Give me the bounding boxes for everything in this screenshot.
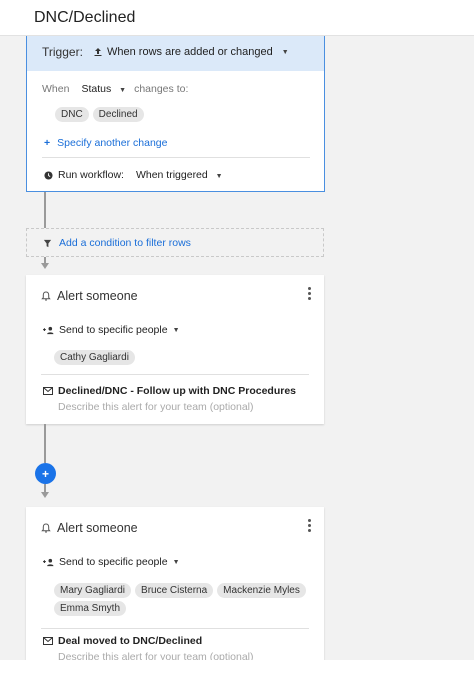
upload-icon — [93, 47, 103, 57]
add-person-icon — [43, 558, 54, 567]
add-condition-link[interactable]: Add a condition to filter rows — [43, 237, 191, 249]
specify-another-change-link[interactable]: + Specify another change — [44, 137, 167, 149]
alert-title-label: Alert someone — [57, 521, 138, 535]
field-select-value: Status — [81, 83, 112, 95]
app-header: DNC/Declined — [0, 0, 474, 36]
filter-icon — [43, 239, 52, 248]
alert-title-label: Alert someone — [57, 289, 138, 303]
add-person-icon — [43, 326, 54, 335]
divider — [41, 628, 309, 629]
message-text: Deal moved to DNC/Declined — [58, 635, 203, 647]
specify-another-change-label: Specify another change — [57, 137, 168, 149]
caret-down-icon: ▼ — [119, 87, 127, 94]
connector-line — [44, 484, 46, 492]
mail-icon — [43, 387, 53, 395]
arrow-down-icon — [41, 492, 49, 498]
send-to-row[interactable]: Send to specific people ▼ — [43, 324, 180, 336]
caret-down-icon: ▼ — [215, 173, 223, 180]
run-workflow-row: Run workflow: When triggered ▼ — [44, 169, 223, 181]
trigger-select-value: When rows are added or changed — [107, 46, 273, 58]
bell-icon — [41, 522, 51, 534]
caret-down-icon: ▼ — [281, 48, 289, 56]
filter-condition-box[interactable]: Add a condition to filter rows — [26, 228, 324, 257]
send-to-row[interactable]: Send to specific people ▼ — [43, 556, 180, 568]
connector-line — [44, 192, 46, 228]
arrow-down-icon — [41, 263, 49, 269]
bell-icon — [41, 290, 51, 302]
clock-icon — [44, 170, 53, 180]
trigger-label: Trigger: — [42, 45, 83, 59]
alert-title: Alert someone — [41, 289, 138, 303]
alert-title: Alert someone — [41, 521, 138, 535]
page-title: DNC/Declined — [34, 9, 136, 26]
recipient-chip[interactable]: Bruce Cisterna — [135, 583, 214, 598]
message-row[interactable]: Declined/DNC - Follow up with DNC Proced… — [43, 385, 296, 397]
workflow-canvas: Trigger: When rows are added or changed … — [0, 36, 474, 660]
alert-card: Alert someone Send to specific people ▼ … — [26, 507, 324, 660]
recipient-chips: Mary Gagliardi Bruce Cisterna Mackenzie … — [54, 583, 310, 598]
description-input[interactable]: Describe this alert for your team (optio… — [58, 401, 254, 413]
recipient-chip[interactable]: Mary Gagliardi — [54, 583, 132, 598]
description-input[interactable]: Describe this alert for your team (optio… — [58, 651, 254, 660]
run-workflow-select[interactable]: When triggered ▼ — [136, 169, 223, 181]
mail-icon — [43, 637, 53, 645]
plus-icon: + — [44, 137, 51, 149]
recipient-chip[interactable]: Cathy Gagliardi — [54, 350, 135, 365]
run-workflow-value: When triggered — [135, 169, 208, 181]
caret-down-icon: ▼ — [172, 326, 180, 334]
caret-down-icon: ▼ — [172, 558, 180, 566]
value-chips: DNC Declined — [55, 107, 148, 122]
more-options-icon[interactable] — [306, 287, 312, 300]
recipient-chips: Cathy Gagliardi — [54, 350, 139, 365]
message-text: Declined/DNC - Follow up with DNC Proced… — [58, 385, 297, 397]
message-row[interactable]: Deal moved to DNC/Declined — [43, 635, 202, 647]
alert-card: Alert someone Send to specific people ▼ … — [26, 275, 324, 424]
recipient-chip[interactable]: Emma Smyth — [54, 601, 127, 616]
changes-to-label: changes to: — [134, 83, 189, 95]
trigger-header: Trigger: When rows are added or changed … — [27, 36, 324, 71]
divider — [42, 157, 310, 158]
condition-row: When Status ▼ changes to: — [42, 83, 188, 95]
add-condition-label: Add a condition to filter rows — [59, 237, 191, 249]
connector-line — [44, 424, 46, 463]
run-workflow-label: Run workflow: — [58, 169, 124, 181]
footer-blank — [0, 660, 474, 697]
add-step-button[interactable]: + — [35, 463, 56, 484]
field-select[interactable]: Status ▼ — [81, 83, 126, 95]
recipient-chip[interactable]: Mackenzie Myles — [217, 583, 306, 598]
trigger-select[interactable]: When rows are added or changed ▼ — [93, 46, 289, 58]
when-label: When — [42, 83, 70, 95]
more-options-icon[interactable] — [306, 519, 312, 532]
value-chip[interactable]: DNC — [55, 107, 89, 122]
divider — [41, 374, 309, 375]
recipient-chips: Emma Smyth — [54, 601, 130, 616]
send-to-label: Send to specific people — [59, 324, 168, 336]
trigger-card: Trigger: When rows are added or changed … — [26, 36, 325, 192]
value-chip[interactable]: Declined — [92, 107, 144, 122]
send-to-label: Send to specific people — [59, 556, 168, 568]
